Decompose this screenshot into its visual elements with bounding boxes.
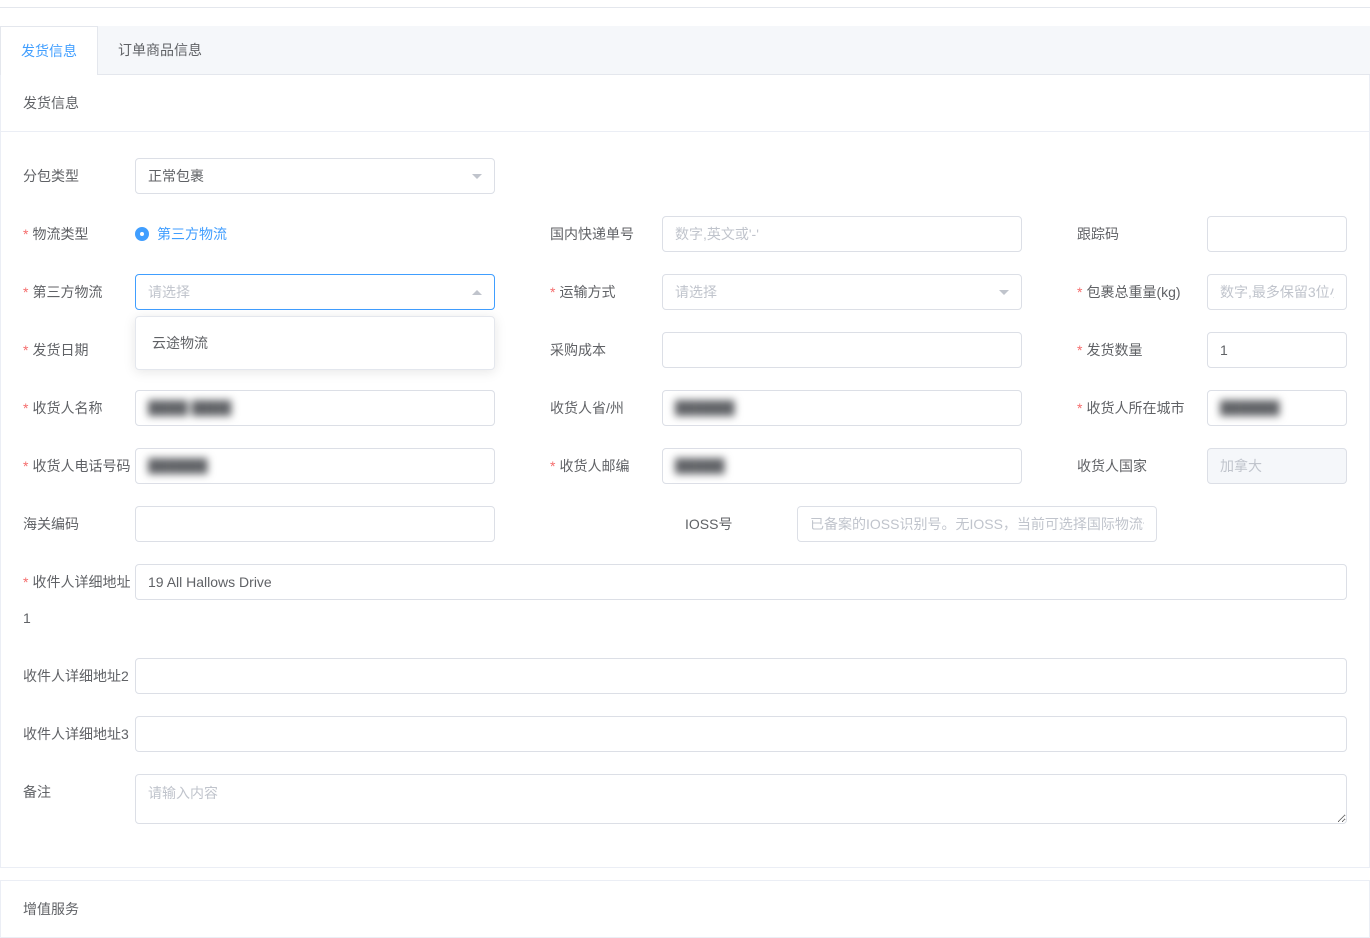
input-customs-code-field[interactable]: [148, 516, 482, 532]
label-third-party-logistics: 第三方物流: [23, 274, 135, 310]
label-recipient-country: 收货人国家: [1077, 448, 1207, 484]
input-ship-quantity-field[interactable]: [1220, 342, 1334, 358]
row-package-type: 分包类型 正常包裹: [1, 158, 1369, 194]
radio-third-party-logistics[interactable]: 第三方物流: [135, 224, 495, 244]
input-address1[interactable]: [135, 564, 1347, 600]
input-recipient-zip[interactable]: [662, 448, 1022, 484]
select-recipient-country: 加拿大: [1207, 448, 1347, 484]
input-address2-field[interactable]: [148, 668, 1334, 684]
select-package-type[interactable]: 正常包裹: [135, 158, 495, 194]
label-address2: 收件人详细地址2: [23, 658, 135, 694]
shipping-info-panel: 发货信息 分包类型 正常包裹 物流类型 第三: [0, 75, 1370, 868]
row-address1: 收件人详细地址1: [1, 564, 1369, 636]
dropdown-option-yuntu[interactable]: 云途物流: [136, 323, 494, 363]
input-recipient-name-field[interactable]: [148, 400, 482, 416]
input-customs-code[interactable]: [135, 506, 495, 542]
input-domestic-tracking[interactable]: [662, 216, 1022, 252]
label-tracking-code: 跟踪码: [1077, 216, 1207, 252]
input-purchase-cost-field[interactable]: [675, 342, 1009, 358]
top-divider: [0, 0, 1370, 8]
label-total-weight: 包裹总重量(kg): [1077, 274, 1207, 310]
label-remark: 备注: [23, 774, 135, 810]
section-gap: [0, 868, 1370, 880]
dropdown-third-party: 云途物流: [135, 316, 495, 370]
select-shipping-method-placeholder: 请选择: [675, 282, 717, 302]
label-domestic-tracking: 国内快递单号: [550, 216, 662, 252]
input-ioss[interactable]: [797, 506, 1157, 542]
select-recipient-country-value: 加拿大: [1220, 456, 1262, 476]
input-recipient-city[interactable]: [1207, 390, 1347, 426]
input-total-weight[interactable]: [1207, 274, 1347, 310]
row-remark: 备注: [1, 774, 1369, 827]
input-recipient-zip-field[interactable]: [675, 458, 1009, 474]
row-address3: 收件人详细地址3: [1, 716, 1369, 752]
row-customs: 海关编码 IOSS号: [1, 506, 1369, 542]
input-recipient-phone-field[interactable]: [148, 458, 482, 474]
input-address2[interactable]: [135, 658, 1347, 694]
input-address1-field[interactable]: [148, 574, 1334, 590]
radio-label-third-party: 第三方物流: [157, 224, 227, 244]
tab-shipping-info[interactable]: 发货信息: [0, 26, 98, 75]
input-total-weight-field[interactable]: [1220, 284, 1334, 300]
tab-order-products[interactable]: 订单商品信息: [98, 26, 222, 74]
input-ioss-field[interactable]: [810, 516, 1144, 532]
tabs-bar: 发货信息 订单商品信息: [0, 26, 1370, 75]
panel-title-value-added: 增值服务: [1, 881, 1369, 937]
input-recipient-name[interactable]: [135, 390, 495, 426]
label-recipient-name: 收货人名称: [23, 390, 135, 426]
input-tracking-code[interactable]: [1207, 216, 1347, 252]
input-address3[interactable]: [135, 716, 1347, 752]
label-purchase-cost: 采购成本: [550, 332, 662, 368]
label-recipient-city: 收货人所在城市: [1077, 390, 1207, 426]
label-ship-date: 发货日期: [23, 332, 135, 368]
input-recipient-state-field[interactable]: [675, 400, 1009, 416]
input-recipient-phone[interactable]: [135, 448, 495, 484]
label-recipient-zip: 收货人邮编: [550, 448, 662, 484]
label-address3: 收件人详细地址3: [23, 716, 135, 752]
input-domestic-tracking-field[interactable]: [675, 226, 1009, 242]
input-address3-field[interactable]: [148, 726, 1334, 742]
label-package-type: 分包类型: [23, 158, 135, 194]
input-tracking-code-field[interactable]: [1220, 226, 1334, 242]
label-customs-code: 海关编码: [23, 506, 135, 542]
panel-title: 发货信息: [1, 75, 1369, 132]
label-logistics-type: 物流类型: [23, 216, 135, 252]
select-shipping-method[interactable]: 请选择: [662, 274, 1022, 310]
label-address1: 收件人详细地址1: [23, 564, 135, 636]
row-recipient-phone: 收货人电话号码 收货人邮编 收货人国家: [1, 448, 1369, 484]
chevron-down-icon: [999, 290, 1009, 295]
input-recipient-state[interactable]: [662, 390, 1022, 426]
chevron-up-icon: [472, 290, 482, 295]
row-address2: 收件人详细地址2: [1, 658, 1369, 694]
row-recipient-name: 收货人名称 收货人省/州 收货人所在城市: [1, 390, 1369, 426]
value-added-panel: 增值服务: [0, 880, 1370, 938]
row-third-party: 第三方物流 请选择 云途物流 运输方式 请选择: [1, 274, 1369, 310]
input-purchase-cost[interactable]: [662, 332, 1022, 368]
label-shipping-method: 运输方式: [550, 274, 662, 310]
label-recipient-phone: 收货人电话号码: [23, 448, 135, 484]
select-third-party-logistics[interactable]: 请选择: [135, 274, 495, 310]
row-logistics-type: 物流类型 第三方物流 国内快递单号 跟踪码: [1, 216, 1369, 252]
input-recipient-city-field[interactable]: [1220, 400, 1334, 416]
select-package-type-value: 正常包裹: [148, 166, 204, 186]
form-body: 分包类型 正常包裹 物流类型 第三方物流: [1, 132, 1369, 867]
radio-dot-icon: [135, 227, 149, 241]
textarea-remark[interactable]: [135, 774, 1347, 824]
input-ship-quantity[interactable]: [1207, 332, 1347, 368]
chevron-down-icon: [472, 174, 482, 179]
label-recipient-state: 收货人省/州: [550, 390, 662, 426]
label-ioss: IOSS号: [685, 506, 797, 542]
select-third-party-placeholder: 请选择: [148, 282, 190, 302]
label-ship-quantity: 发货数量: [1077, 332, 1207, 368]
